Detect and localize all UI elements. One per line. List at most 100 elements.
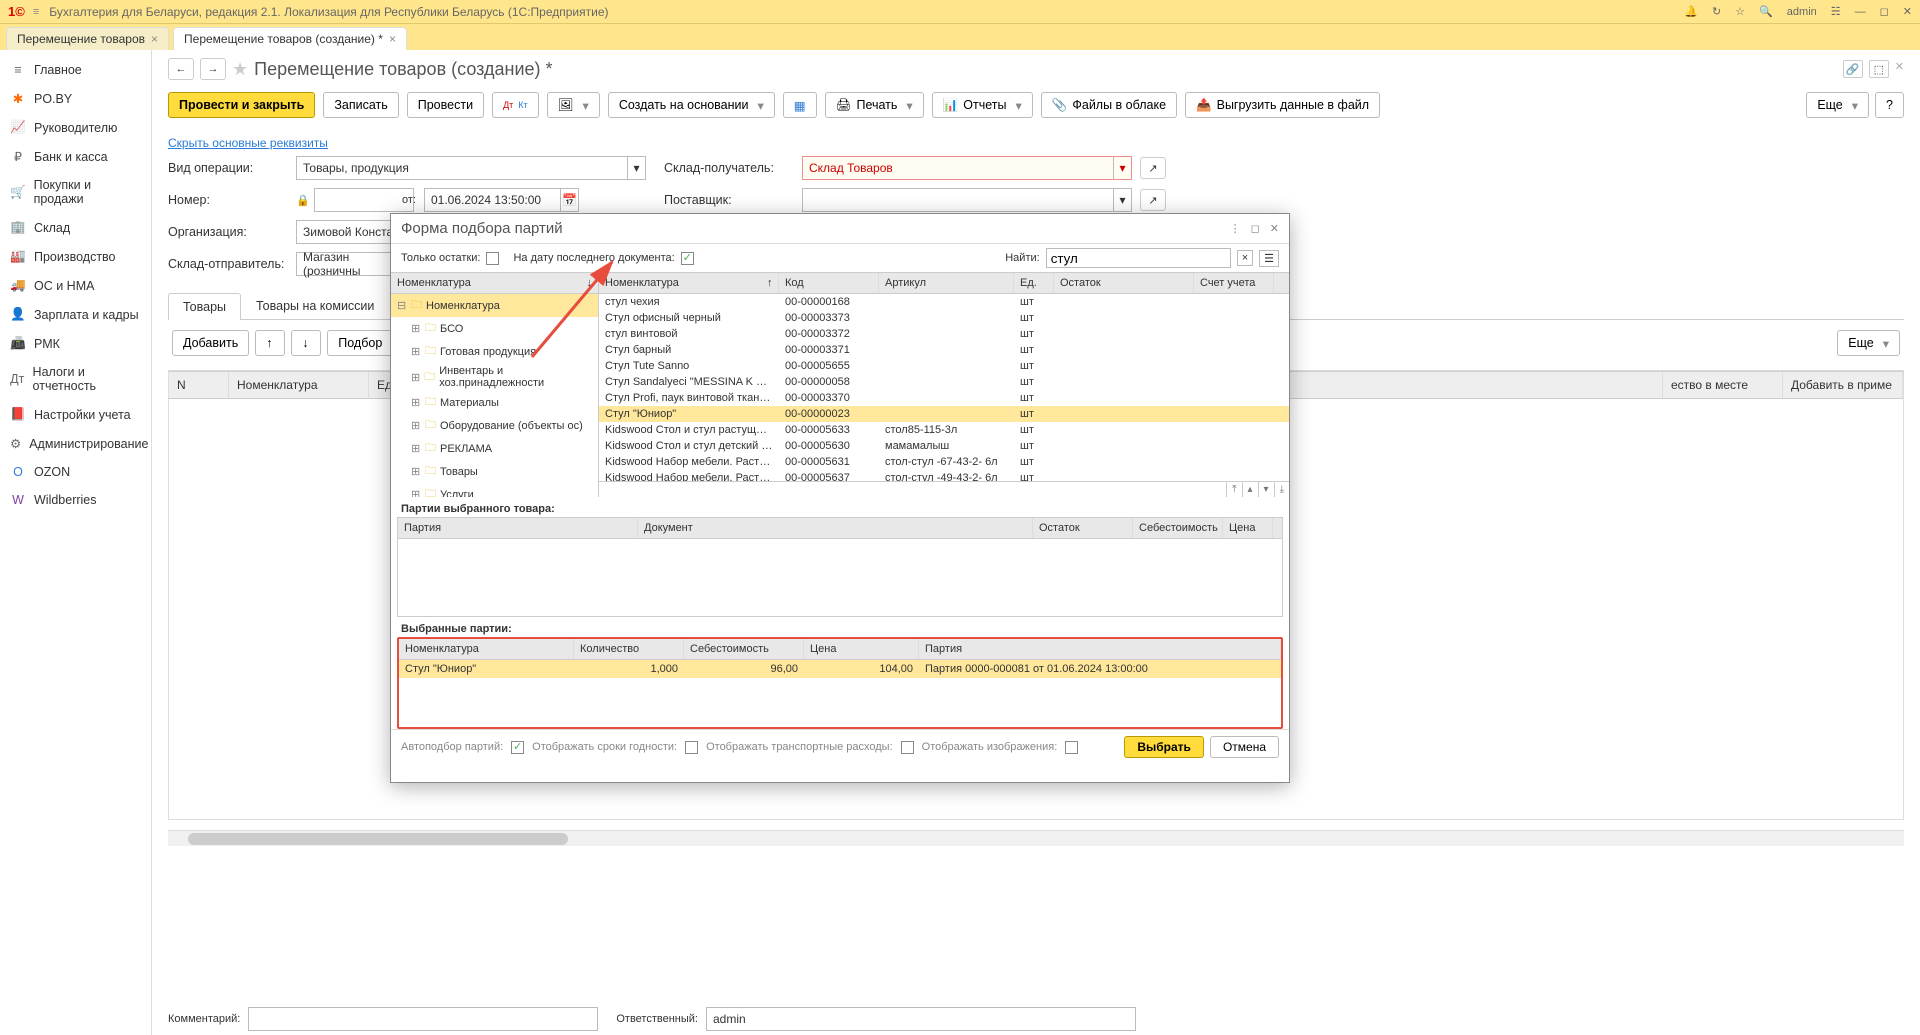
close-icon[interactable]: ✕ <box>1895 60 1904 78</box>
close-icon[interactable]: ✕ <box>1903 5 1912 18</box>
maximize-icon[interactable]: ◻ <box>1251 222 1260 235</box>
expand-icon[interactable]: ⊞ <box>411 465 421 478</box>
col-header[interactable]: N <box>169 372 229 398</box>
sidebar-item[interactable]: 🏭Производство <box>0 242 151 271</box>
dk-button[interactable]: ДтКт <box>492 92 539 118</box>
table-row[interactable]: Стул Profi, паук винтовой ткань серая00-… <box>599 390 1289 406</box>
sidebar-item[interactable]: ₽Банк и касса <box>0 142 151 171</box>
autopick-checkbox[interactable] <box>511 741 524 754</box>
expand-icon[interactable]: ⊟ <box>397 299 407 312</box>
number-input[interactable] <box>314 188 414 212</box>
write-button[interactable]: Записать <box>323 92 398 118</box>
table-row[interactable]: стул винтовой00-00003372шт <box>599 326 1289 342</box>
tree-item[interactable]: ⊞🗀РЕКЛАМА <box>391 437 598 460</box>
select-button[interactable]: Выбрать <box>1124 736 1204 758</box>
col-header[interactable]: Документ <box>638 518 1033 538</box>
col-header[interactable]: Остаток <box>1033 518 1133 538</box>
link-icon[interactable]: 🔗 <box>1843 60 1863 78</box>
col-header[interactable]: ↑Код <box>779 273 879 293</box>
col-header[interactable]: Счет учета <box>1194 273 1274 293</box>
create-on-button[interactable]: Создать на основании▾ <box>608 92 775 118</box>
cancel-button[interactable]: Отмена <box>1210 736 1279 758</box>
images-checkbox[interactable] <box>1065 741 1078 754</box>
chevron-down-icon[interactable]: ▾ <box>627 157 645 179</box>
tree-item[interactable]: ⊞🗀Готовая продукция <box>391 340 598 363</box>
minimize-icon[interactable]: — <box>1855 6 1866 18</box>
expand-icon[interactable]: ⊞ <box>411 442 421 455</box>
col-header[interactable]: Себестоимость <box>684 639 804 659</box>
search-input[interactable] <box>1046 248 1231 268</box>
col-header[interactable]: Номенклатура <box>229 372 369 398</box>
expand-icon[interactable]: ⊞ <box>411 419 421 432</box>
shelf-life-checkbox[interactable] <box>685 741 698 754</box>
tree-item[interactable]: ⊟🗀Номенклатура <box>391 294 598 317</box>
more-button[interactable]: Еще▾ <box>1806 92 1869 118</box>
move-up-button[interactable]: ↑ <box>255 330 285 356</box>
comment-input[interactable] <box>248 1007 598 1031</box>
print-button[interactable]: 🖨 Печать▾ <box>825 92 924 118</box>
scroll-up-icon[interactable]: ▴ <box>1242 482 1258 497</box>
scroll-down-icon[interactable]: ▾ <box>1258 482 1274 497</box>
pick-button[interactable]: Подбор <box>327 330 393 356</box>
col-header[interactable]: Количество <box>574 639 684 659</box>
excel-button[interactable]: ▦ <box>783 92 817 118</box>
goto-first-icon[interactable]: ⤒ <box>1226 482 1241 497</box>
calendar-icon[interactable]: 📅 <box>560 189 578 211</box>
sidebar-item[interactable]: ⚙Администрирование <box>0 429 151 458</box>
back-button[interactable]: ← <box>168 58 194 80</box>
table-row[interactable]: стул чехия00-00000168шт <box>599 294 1289 310</box>
expand-icon[interactable]: ⊞ <box>411 371 420 384</box>
favorite-icon[interactable]: ★ <box>232 59 248 80</box>
only-balance-checkbox[interactable] <box>486 252 499 265</box>
tree-item[interactable]: ⊞🗀Инвентарь и хоз.принадлежности <box>391 363 598 391</box>
user-label[interactable]: admin <box>1787 6 1817 18</box>
col-header[interactable]: Цена <box>804 639 919 659</box>
col-header[interactable]: Номенклатура <box>599 273 779 293</box>
files-button[interactable]: 📎 Файлы в облаке <box>1041 92 1177 118</box>
table-row[interactable]: Стул Tute Sanno00-00005655шт <box>599 358 1289 374</box>
table-row[interactable]: Стул "Юниор" 1,000 96,00 104,00 Партия 0… <box>399 660 1281 678</box>
table-row[interactable]: Kidswood Набор мебели. Растущий стол и..… <box>599 470 1289 481</box>
clear-icon[interactable]: × <box>1237 250 1253 266</box>
transport-costs-checkbox[interactable] <box>901 741 914 754</box>
last-doc-date-checkbox[interactable] <box>681 252 694 265</box>
post-button[interactable]: Провести <box>407 92 484 118</box>
doc-tab-active[interactable]: Перемещение товаров (создание) * × <box>173 27 407 50</box>
expand-icon[interactable]: ⬚ <box>1869 60 1889 78</box>
sidebar-item[interactable]: ≡Главное <box>0 56 151 84</box>
op-type-select[interactable]: Товары, продукция ▾ <box>296 156 646 180</box>
table-row[interactable]: Стул офисный черный00-00003373шт <box>599 310 1289 326</box>
table-row[interactable]: Kidswood Набор мебели. Растущий стол и..… <box>599 454 1289 470</box>
sidebar-item[interactable]: 🛒Покупки и продажи <box>0 171 151 213</box>
sidebar-item[interactable]: 👤Зарплата и кадры <box>0 300 151 329</box>
col-header[interactable]: Остаток <box>1054 273 1194 293</box>
sidebar-item[interactable]: ✱PO.BY <box>0 84 151 113</box>
menu-icon[interactable]: ≡ <box>33 6 39 18</box>
close-icon[interactable]: ✕ <box>1270 222 1279 235</box>
sidebar-item[interactable]: WWildberries <box>0 486 151 514</box>
open-ref-button[interactable]: ↗ <box>1140 157 1166 179</box>
expand-icon[interactable]: ⊞ <box>411 396 421 409</box>
col-header[interactable]: Партия <box>919 639 1281 659</box>
tab-goods[interactable]: Товары <box>168 293 241 320</box>
close-icon[interactable]: × <box>151 32 158 46</box>
sidebar-item[interactable]: ДтНалоги и отчетность <box>0 358 151 400</box>
goto-last-icon[interactable]: ⤓ <box>1274 482 1289 497</box>
chevron-down-icon[interactable]: ▾ <box>1113 157 1131 179</box>
tree-item[interactable]: ⊞🗀БСО <box>391 317 598 340</box>
supplier-select[interactable]: ▾ <box>802 188 1132 212</box>
external-button[interactable]: 🖼▾ <box>547 92 600 118</box>
add-row-button[interactable]: Добавить <box>172 330 249 356</box>
expand-icon[interactable]: ⊞ <box>411 322 421 335</box>
search-icon[interactable]: 🔍 <box>1759 5 1773 18</box>
settings-icon[interactable]: ☵ <box>1831 5 1841 18</box>
more-button[interactable]: Еще▾ <box>1837 330 1900 356</box>
sidebar-item[interactable]: 📕Настройки учета <box>0 400 151 429</box>
sidebar-item[interactable]: 🏢Склад <box>0 213 151 242</box>
post-and-close-button[interactable]: Провести и закрыть <box>168 92 315 118</box>
export-button[interactable]: 📤 Выгрузить данные в файл <box>1185 92 1380 118</box>
toggle-details-link[interactable]: Скрыть основные реквизиты <box>168 136 328 150</box>
table-row[interactable]: Стул барный00-00003371шт <box>599 342 1289 358</box>
close-icon[interactable]: × <box>389 32 396 46</box>
sidebar-item[interactable]: 📠РМК <box>0 329 151 358</box>
